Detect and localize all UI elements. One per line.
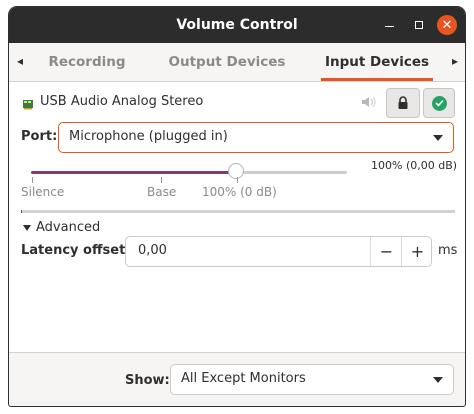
footer-separator: [9, 352, 465, 353]
volume-control-window: Volume Control ✕ ◂ Recording Output Devi…: [8, 6, 466, 407]
close-icon: ✕: [441, 17, 453, 33]
advanced-label: Advanced: [36, 220, 101, 235]
minimize-button[interactable]: [379, 15, 399, 35]
latency-increment-button[interactable]: +: [401, 237, 433, 266]
latency-offset-input[interactable]: 0,00: [138, 243, 167, 258]
port-label: Port:: [21, 129, 58, 144]
tick-label-100: 100% (0 dB): [202, 185, 277, 199]
chevron-down-icon: [433, 135, 443, 141]
tab-output-devices[interactable]: Output Devices: [157, 43, 297, 81]
chevron-down-icon: [433, 377, 443, 383]
expander-caret-icon: [23, 224, 31, 231]
tab-recording[interactable]: Recording: [37, 43, 137, 81]
latency-offset-label: Latency offset:: [21, 243, 131, 258]
tab-input-devices[interactable]: Input Devices: [313, 43, 441, 81]
tick-label-base: Base: [147, 185, 177, 199]
title-bar[interactable]: Volume Control ✕: [9, 7, 465, 43]
sound-card-icon: [23, 100, 33, 110]
volume-readout: 100% (0,00 dB): [371, 159, 458, 172]
peak-meter-fill: [21, 210, 23, 213]
volume-slider-track[interactable]: [31, 171, 347, 174]
advanced-expander[interactable]: Advanced: [23, 220, 100, 235]
port-selected-value: Microphone (plugged in): [69, 129, 228, 144]
minimize-icon: [384, 26, 394, 27]
show-label: Show:: [125, 373, 170, 388]
maximize-icon: [415, 21, 423, 29]
lock-icon: [398, 96, 408, 109]
tab-scroll-right-icon[interactable]: ▸: [452, 54, 458, 68]
show-filter-select[interactable]: All Except Monitors: [170, 364, 454, 395]
tick-100: [237, 177, 238, 183]
peak-meter: [21, 210, 455, 213]
maximize-button[interactable]: [409, 15, 429, 35]
latency-decrement-button[interactable]: −: [370, 237, 402, 266]
close-button[interactable]: ✕: [437, 15, 457, 35]
tick-label-silence: Silence: [21, 185, 65, 199]
tick-base: [161, 177, 162, 183]
latency-offset-spinbox[interactable]: 0,00 − +: [125, 236, 432, 267]
set-default-button[interactable]: [423, 88, 455, 118]
tab-scroll-left-icon[interactable]: ◂: [17, 54, 23, 68]
tick-silence: [32, 177, 33, 183]
tab-bar: ◂ Recording Output Devices Input Devices…: [9, 43, 465, 82]
port-select[interactable]: Microphone (plugged in): [58, 122, 454, 153]
check-circle-icon: [431, 95, 447, 111]
show-selected-value: All Except Monitors: [181, 371, 306, 386]
lock-channels-button[interactable]: [386, 88, 420, 118]
volume-slider-fill: [31, 171, 237, 174]
speaker-muted-icon[interactable]: [361, 95, 377, 109]
device-name: USB Audio Analog Stereo: [40, 94, 204, 109]
latency-unit: ms: [438, 243, 458, 258]
